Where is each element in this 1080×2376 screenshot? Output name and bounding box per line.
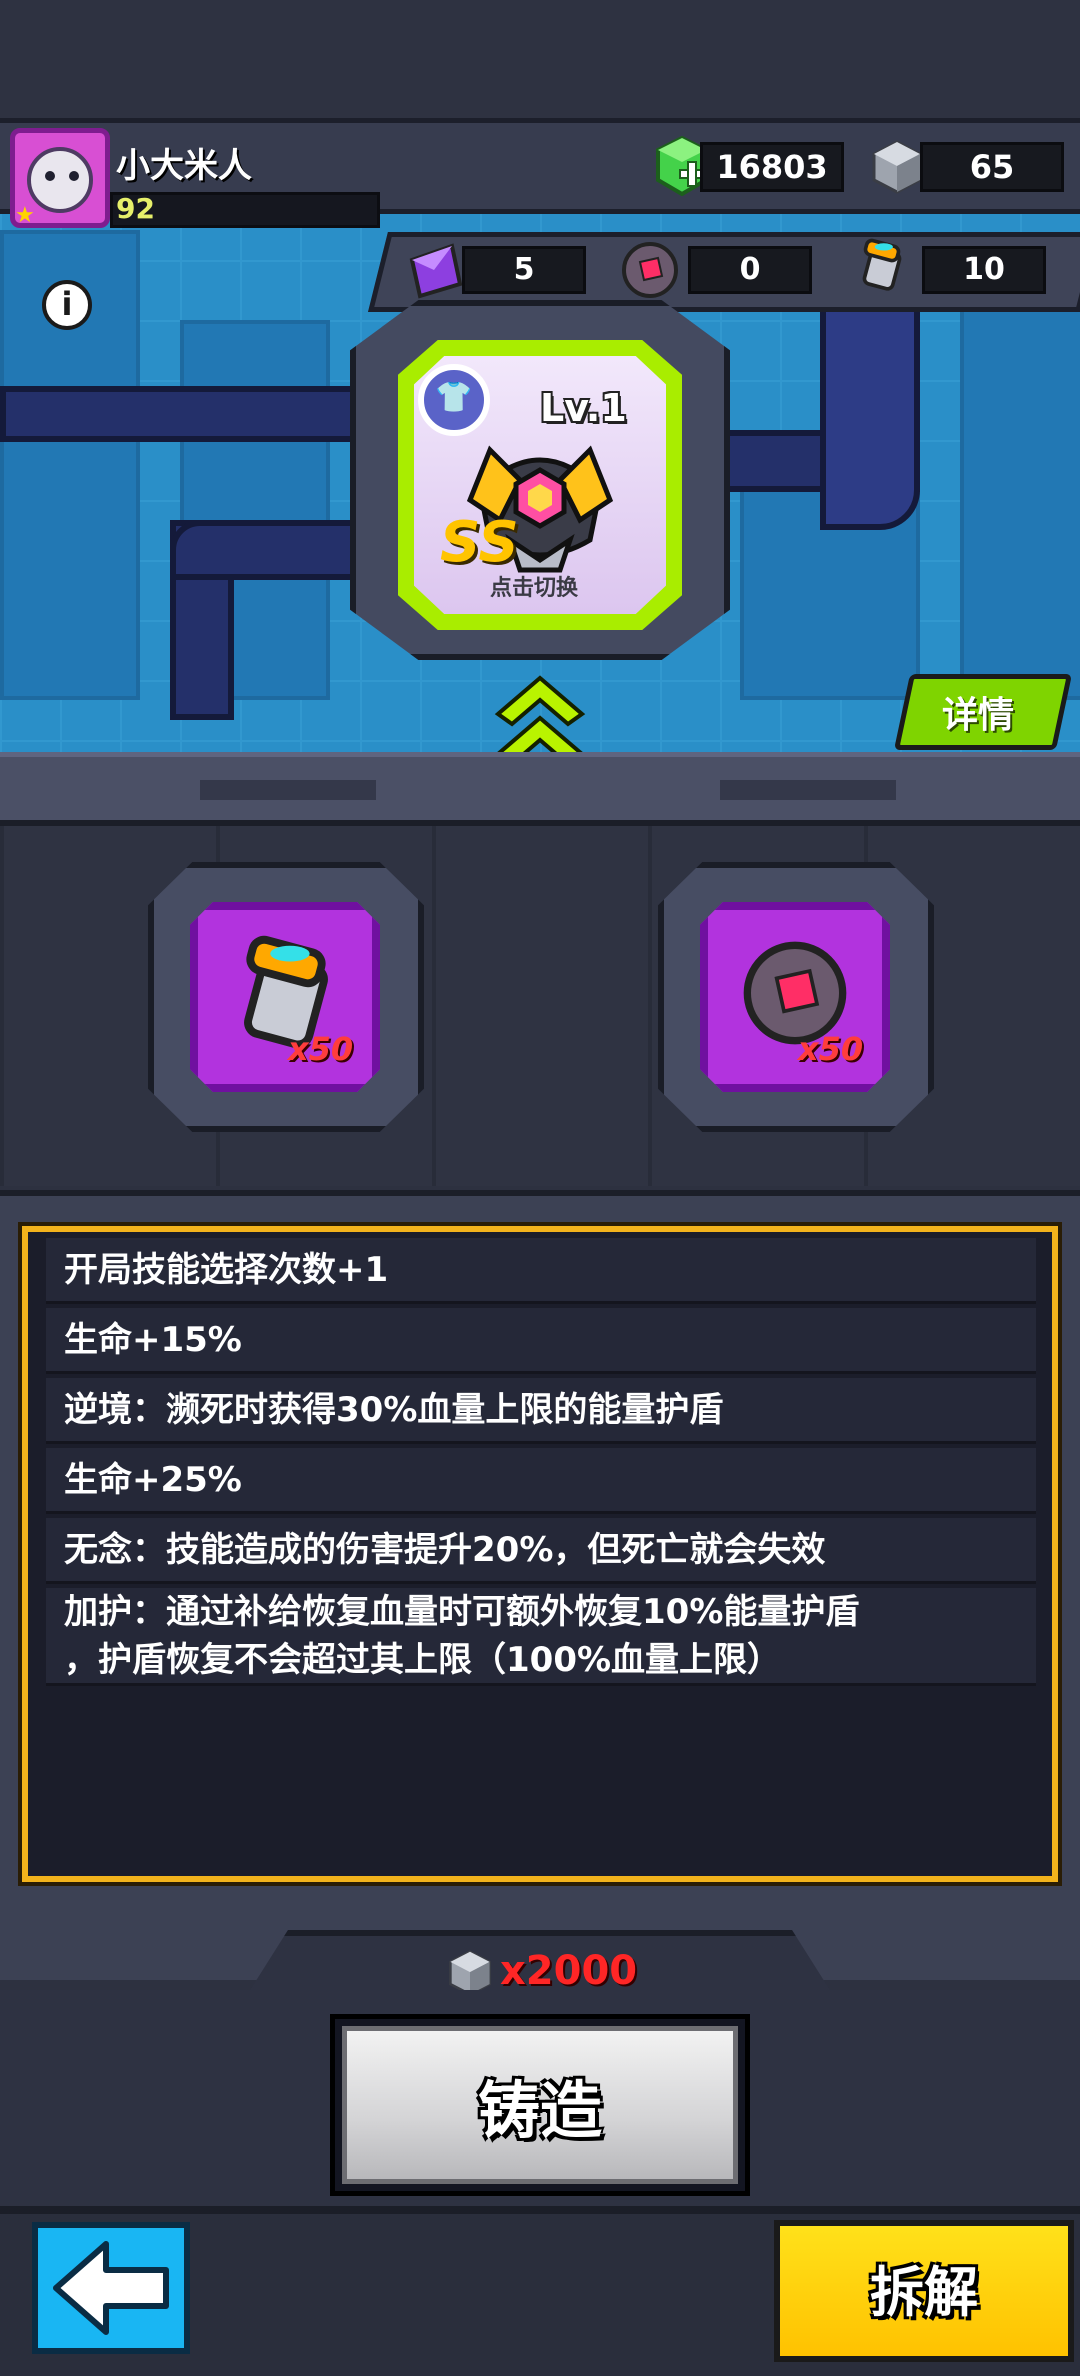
stat-row: 无念：技能造成的伤害提升20%，但死亡就会失效 xyxy=(46,1518,1036,1584)
back-button[interactable] xyxy=(32,2222,190,2354)
stat-row: 开局技能选择次数+1 xyxy=(46,1238,1036,1304)
dismantle-button-label: 拆解 xyxy=(870,2261,978,2324)
material-qty-canister: x50 xyxy=(288,1030,354,1068)
equipment-level: Lv.1 xyxy=(540,386,627,430)
forge-button-label: 铸造 xyxy=(477,2074,602,2147)
resource-count-canister: 10 xyxy=(922,246,1046,294)
star-icon: ★ xyxy=(15,203,35,228)
detail-button-label: 详情 xyxy=(942,695,1015,736)
resource-count-core: 0 xyxy=(688,246,812,294)
stat-row: 生命+25% xyxy=(46,1448,1036,1514)
orange-canister-icon xyxy=(862,238,902,291)
equipment-grade: SS xyxy=(440,510,519,575)
cat-avatar-icon xyxy=(27,147,93,213)
player-level: 92 xyxy=(116,192,155,225)
info-icon[interactable]: i xyxy=(42,280,92,330)
red-core-orb-icon xyxy=(622,242,678,298)
player-name: 小大米人 xyxy=(116,146,252,186)
purple-shard-icon xyxy=(409,243,463,299)
shelf xyxy=(0,752,1080,826)
stat-row: 加护：通过补给恢复血量时可额外恢复10%能量护盾 ，护盾恢复不会超过其上限（100… xyxy=(46,1588,1036,1686)
gray-cube-icon xyxy=(872,140,922,194)
cube-count: 65 xyxy=(920,142,1064,192)
tap-to-switch-hint: 点击切换 xyxy=(490,576,579,601)
top-band xyxy=(0,0,1080,120)
stat-row: 逆境：濒死时获得30%血量上限的能量护盾 xyxy=(46,1378,1036,1444)
material-qty-core: x50 xyxy=(798,1030,864,1068)
shirt-icon: 👕 xyxy=(418,364,490,436)
back-arrow-icon xyxy=(53,2241,169,2335)
stat-row: 生命+15% xyxy=(46,1308,1036,1374)
resource-count-shard: 5 xyxy=(462,246,586,294)
gem-count: 16803 xyxy=(700,142,844,192)
forge-cost: x2000 xyxy=(500,1948,638,1994)
player-avatar[interactable]: ★ xyxy=(10,128,110,228)
